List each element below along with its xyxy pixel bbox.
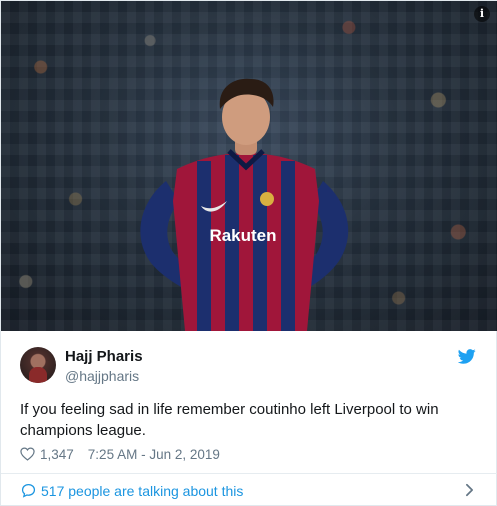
conversation-link[interactable]: 517 people are talking about this	[1, 474, 497, 506]
embedded-tweet-card: Rakuten i Hajj Pharis @hajjpharis If you…	[0, 0, 497, 506]
conversation-count-text[interactable]: 517 people are talking about this	[41, 483, 243, 499]
tweet-timestamp[interactable]: 7:25 AM - Jun 2, 2019	[88, 447, 220, 462]
twitter-bird-icon[interactable]	[458, 349, 476, 364]
like-count[interactable]: 1,347	[40, 447, 74, 462]
tweet-meta: 1,347 7:25 AM - Jun 2, 2019	[20, 445, 220, 463]
chevron-right-icon[interactable]	[465, 483, 474, 497]
heart-icon[interactable]	[20, 447, 35, 461]
avatar[interactable]	[20, 347, 56, 383]
tweet-photo[interactable]: Rakuten i	[1, 1, 497, 331]
speech-bubble-icon	[21, 483, 36, 498]
info-icon[interactable]: i	[474, 6, 490, 22]
tweet-body: Hajj Pharis @hajjpharis If you feeling s…	[1, 331, 497, 506]
tweet-text: If you feeling sad in life remember cout…	[20, 401, 439, 439]
display-name[interactable]: Hajj Pharis	[65, 348, 143, 365]
user-handle[interactable]: @hajjpharis	[65, 368, 139, 384]
player-photo: Rakuten	[140, 78, 349, 331]
jersey-sponsor-text: Rakuten	[209, 226, 276, 245]
